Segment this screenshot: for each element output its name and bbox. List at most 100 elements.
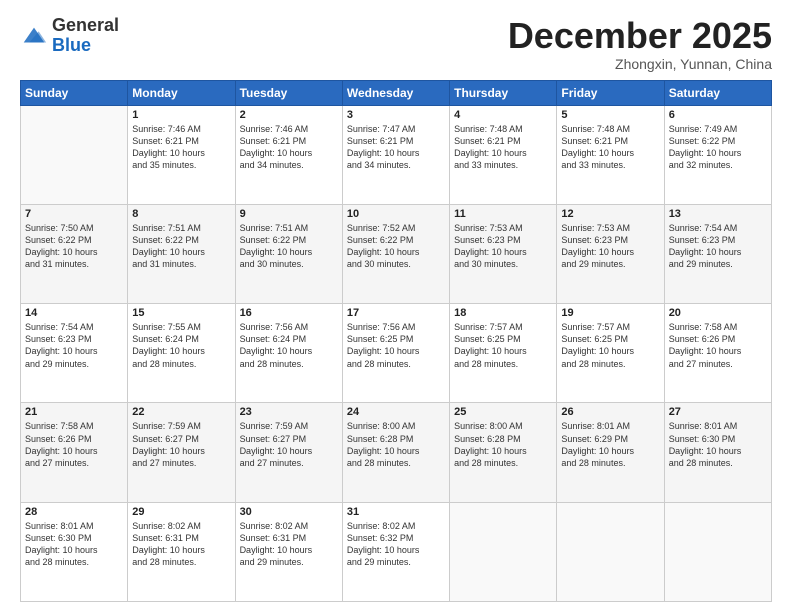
day-cell: 7 Sunrise: 7:50 AM Sunset: 6:22 PM Daylig… <box>21 204 128 303</box>
day-number: 8 <box>132 208 230 220</box>
day-cell: 23Sunrise: 7:59 AM Sunset: 6:27 PM Dayli… <box>235 403 342 502</box>
month-title: December 2025 <box>508 16 772 56</box>
day-number: 13 <box>669 208 767 220</box>
day-detail: Sunrise: 7:57 AM Sunset: 6:25 PM Dayligh… <box>561 321 659 370</box>
day-cell: 28 Sunrise: 8:01 AM Sunset: 6:30 PM Dayli… <box>21 502 128 601</box>
day-number: 6 <box>669 109 767 121</box>
day-cell: 13Sunrise: 7:54 AM Sunset: 6:23 PM Dayli… <box>664 204 771 303</box>
day-cell: 19 Sunrise: 7:57 AM Sunset: 6:25 PM Dayli… <box>557 304 664 403</box>
day-number: 27 <box>669 406 767 418</box>
day-cell: 29Sunrise: 8:02 AM Sunset: 6:31 PM Dayli… <box>128 502 235 601</box>
day-cell: 20Sunrise: 7:58 AM Sunset: 6:26 PM Dayli… <box>664 304 771 403</box>
calendar-table: SundayMondayTuesdayWednesdayThursdayFrid… <box>20 80 772 602</box>
day-number: 19 <box>561 307 659 319</box>
day-detail: Sunrise: 7:56 AM Sunset: 6:25 PM Dayligh… <box>347 321 445 370</box>
day-detail: Sunrise: 7:46 AM Sunset: 6:21 PM Dayligh… <box>132 123 230 172</box>
day-cell: 12Sunrise: 7:53 AM Sunset: 6:23 PM Dayli… <box>557 204 664 303</box>
day-cell: 18 Sunrise: 7:57 AM Sunset: 6:25 PM Dayli… <box>450 304 557 403</box>
day-cell: 27 Sunrise: 8:01 AM Sunset: 6:30 PM Dayli… <box>664 403 771 502</box>
day-number: 20 <box>669 307 767 319</box>
day-number: 30 <box>240 506 338 518</box>
logo-general: General <box>52 16 119 36</box>
day-cell: 22 Sunrise: 7:59 AM Sunset: 6:27 PM Dayli… <box>128 403 235 502</box>
day-detail: Sunrise: 8:01 AM Sunset: 6:29 PM Dayligh… <box>561 420 659 469</box>
day-detail: Sunrise: 7:54 AM Sunset: 6:23 PM Dayligh… <box>25 321 123 370</box>
day-detail: Sunrise: 7:58 AM Sunset: 6:26 PM Dayligh… <box>25 420 123 469</box>
day-detail: Sunrise: 7:55 AM Sunset: 6:24 PM Dayligh… <box>132 321 230 370</box>
day-detail: Sunrise: 8:00 AM Sunset: 6:28 PM Dayligh… <box>454 420 552 469</box>
day-number: 22 <box>132 406 230 418</box>
day-detail: Sunrise: 7:47 AM Sunset: 6:21 PM Dayligh… <box>347 123 445 172</box>
day-detail: Sunrise: 7:50 AM Sunset: 6:22 PM Dayligh… <box>25 222 123 271</box>
day-detail: Sunrise: 7:46 AM Sunset: 6:21 PM Dayligh… <box>240 123 338 172</box>
day-cell: 5Sunrise: 7:48 AM Sunset: 6:21 PM Daylig… <box>557 105 664 204</box>
day-detail: Sunrise: 7:53 AM Sunset: 6:23 PM Dayligh… <box>561 222 659 271</box>
day-cell: 14 Sunrise: 7:54 AM Sunset: 6:23 PM Dayli… <box>21 304 128 403</box>
logo-text: General Blue <box>52 16 119 56</box>
day-cell: 30 Sunrise: 8:02 AM Sunset: 6:31 PM Dayli… <box>235 502 342 601</box>
page: General Blue December 2025 Zhongxin, Yun… <box>0 0 792 612</box>
day-cell: 3 Sunrise: 7:47 AM Sunset: 6:21 PM Daylig… <box>342 105 449 204</box>
day-detail: Sunrise: 7:56 AM Sunset: 6:24 PM Dayligh… <box>240 321 338 370</box>
day-number: 29 <box>132 506 230 518</box>
day-cell: 17 Sunrise: 7:56 AM Sunset: 6:25 PM Dayli… <box>342 304 449 403</box>
day-of-week-friday: Friday <box>557 80 664 105</box>
day-cell: 6 Sunrise: 7:49 AM Sunset: 6:22 PM Daylig… <box>664 105 771 204</box>
day-cell: 11Sunrise: 7:53 AM Sunset: 6:23 PM Dayli… <box>450 204 557 303</box>
day-of-week-saturday: Saturday <box>664 80 771 105</box>
logo-icon <box>20 22 48 50</box>
day-number: 16 <box>240 307 338 319</box>
day-number: 28 <box>25 506 123 518</box>
day-detail: Sunrise: 7:49 AM Sunset: 6:22 PM Dayligh… <box>669 123 767 172</box>
day-of-week-monday: Monday <box>128 80 235 105</box>
day-detail: Sunrise: 7:59 AM Sunset: 6:27 PM Dayligh… <box>132 420 230 469</box>
day-number: 11 <box>454 208 552 220</box>
day-cell: 25 Sunrise: 8:00 AM Sunset: 6:28 PM Dayli… <box>450 403 557 502</box>
day-number: 26 <box>561 406 659 418</box>
day-number: 3 <box>347 109 445 121</box>
day-number: 14 <box>25 307 123 319</box>
day-of-week-sunday: Sunday <box>21 80 128 105</box>
day-detail: Sunrise: 7:48 AM Sunset: 6:21 PM Dayligh… <box>561 123 659 172</box>
day-of-week-wednesday: Wednesday <box>342 80 449 105</box>
week-row-2: 14 Sunrise: 7:54 AM Sunset: 6:23 PM Dayli… <box>21 304 772 403</box>
day-detail: Sunrise: 7:59 AM Sunset: 6:27 PM Dayligh… <box>240 420 338 469</box>
logo-blue: Blue <box>52 36 119 56</box>
header: General Blue December 2025 Zhongxin, Yun… <box>20 16 772 72</box>
day-detail: Sunrise: 8:01 AM Sunset: 6:30 PM Dayligh… <box>669 420 767 469</box>
day-detail: Sunrise: 7:48 AM Sunset: 6:21 PM Dayligh… <box>454 123 552 172</box>
day-number: 7 <box>25 208 123 220</box>
day-number: 9 <box>240 208 338 220</box>
day-number: 31 <box>347 506 445 518</box>
day-cell: 8Sunrise: 7:51 AM Sunset: 6:22 PM Daylig… <box>128 204 235 303</box>
day-detail: Sunrise: 7:57 AM Sunset: 6:25 PM Dayligh… <box>454 321 552 370</box>
day-cell <box>557 502 664 601</box>
day-detail: Sunrise: 8:02 AM Sunset: 6:31 PM Dayligh… <box>240 520 338 569</box>
day-number: 17 <box>347 307 445 319</box>
day-detail: Sunrise: 8:00 AM Sunset: 6:28 PM Dayligh… <box>347 420 445 469</box>
week-row-4: 28 Sunrise: 8:01 AM Sunset: 6:30 PM Dayli… <box>21 502 772 601</box>
day-cell: 31Sunrise: 8:02 AM Sunset: 6:32 PM Dayli… <box>342 502 449 601</box>
day-number: 2 <box>240 109 338 121</box>
day-number: 18 <box>454 307 552 319</box>
day-cell: 15 Sunrise: 7:55 AM Sunset: 6:24 PM Dayli… <box>128 304 235 403</box>
logo: General Blue <box>20 16 119 56</box>
day-number: 21 <box>25 406 123 418</box>
day-number: 15 <box>132 307 230 319</box>
day-cell: 2 Sunrise: 7:46 AM Sunset: 6:21 PM Daylig… <box>235 105 342 204</box>
day-cell <box>450 502 557 601</box>
day-detail: Sunrise: 8:01 AM Sunset: 6:30 PM Dayligh… <box>25 520 123 569</box>
day-cell: 26 Sunrise: 8:01 AM Sunset: 6:29 PM Dayli… <box>557 403 664 502</box>
day-number: 10 <box>347 208 445 220</box>
day-number: 24 <box>347 406 445 418</box>
week-row-0: 1Sunrise: 7:46 AM Sunset: 6:21 PM Daylig… <box>21 105 772 204</box>
day-of-week-tuesday: Tuesday <box>235 80 342 105</box>
day-number: 4 <box>454 109 552 121</box>
day-cell <box>21 105 128 204</box>
day-of-week-thursday: Thursday <box>450 80 557 105</box>
week-row-1: 7 Sunrise: 7:50 AM Sunset: 6:22 PM Daylig… <box>21 204 772 303</box>
day-cell: 21 Sunrise: 7:58 AM Sunset: 6:26 PM Dayli… <box>21 403 128 502</box>
day-cell: 4 Sunrise: 7:48 AM Sunset: 6:21 PM Daylig… <box>450 105 557 204</box>
day-number: 25 <box>454 406 552 418</box>
day-cell: 1Sunrise: 7:46 AM Sunset: 6:21 PM Daylig… <box>128 105 235 204</box>
